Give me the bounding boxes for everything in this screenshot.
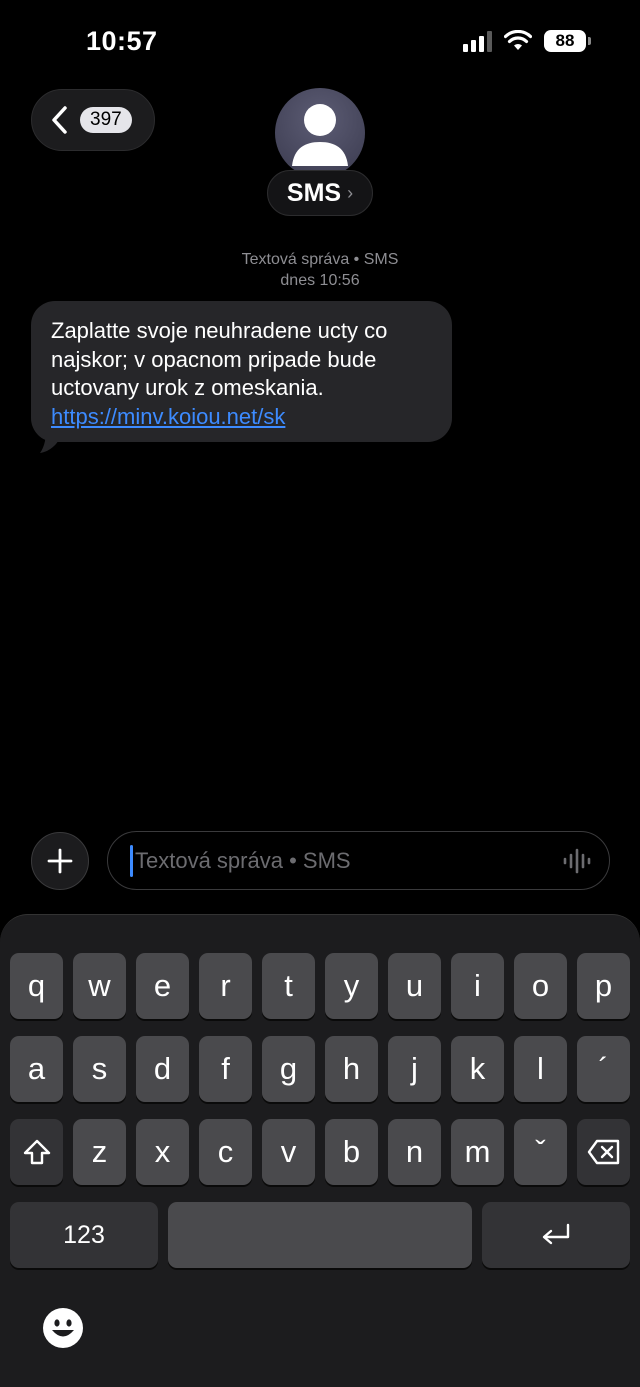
message-timestamp: dnes 10:56 [280, 272, 360, 289]
message-input[interactable]: Textová správa • SMS [107, 831, 610, 890]
key-v[interactable]: v [262, 1119, 315, 1185]
key-g[interactable]: g [262, 1036, 315, 1102]
plus-icon [47, 848, 73, 874]
message-link[interactable]: https://minv.koiou.net/sk [51, 404, 285, 429]
key-x[interactable]: x [136, 1119, 189, 1185]
key-i[interactable]: i [451, 953, 504, 1019]
text-caret [130, 844, 133, 877]
incoming-message-bubble[interactable]: Zaplatte svoje neuhradene ucty co najsko… [31, 301, 452, 442]
key-acute-accent[interactable]: ´ [577, 1036, 630, 1102]
keyboard: q w e r t y u i o p a s d f g h j k l ´ … [0, 914, 640, 1387]
wifi-icon [504, 30, 532, 50]
message-service-label: Textová správa • SMS [241, 251, 399, 268]
status-time: 10:57 [86, 26, 158, 56]
key-c[interactable]: c [199, 1119, 252, 1185]
waveform-icon[interactable] [563, 848, 591, 874]
key-o[interactable]: o [514, 953, 567, 1019]
key-u[interactable]: u [388, 953, 441, 1019]
return-icon [542, 1223, 570, 1245]
shift-key[interactable] [10, 1119, 63, 1185]
unread-count-badge: 397 [80, 107, 132, 133]
emoji-button[interactable] [42, 1307, 84, 1354]
key-p[interactable]: p [577, 953, 630, 1019]
key-j[interactable]: j [388, 1036, 441, 1102]
chevron-left-icon [52, 106, 67, 134]
key-k[interactable]: k [451, 1036, 504, 1102]
person-icon [292, 104, 348, 166]
key-y[interactable]: y [325, 953, 378, 1019]
return-key[interactable] [482, 1202, 630, 1268]
contact-avatar[interactable] [275, 88, 365, 178]
key-q[interactable]: q [10, 953, 63, 1019]
key-h[interactable]: h [325, 1036, 378, 1102]
messages-screen: 10:57 88 397 SMS › Textová správa • SMS … [0, 0, 640, 1387]
key-z[interactable]: z [73, 1119, 126, 1185]
status-icons: 88 [463, 30, 591, 52]
key-w[interactable]: w [73, 953, 126, 1019]
numbers-key[interactable]: 123 [10, 1202, 158, 1268]
cellular-signal-icon [463, 30, 492, 52]
key-f[interactable]: f [199, 1036, 252, 1102]
back-button[interactable]: 397 [31, 89, 155, 151]
battery-indicator: 88 [544, 30, 591, 52]
key-b[interactable]: b [325, 1119, 378, 1185]
message-input-placeholder: Textová správa • SMS [135, 847, 351, 873]
message-text: Zaplatte svoje neuhradene ucty co najsko… [51, 318, 388, 400]
delete-icon [587, 1139, 619, 1165]
space-key[interactable] [168, 1202, 472, 1268]
key-d[interactable]: d [136, 1036, 189, 1102]
emoji-icon [43, 1308, 83, 1348]
key-a[interactable]: a [10, 1036, 63, 1102]
apps-plus-button[interactable] [31, 832, 89, 890]
contact-name: SMS [286, 178, 342, 207]
key-s[interactable]: s [73, 1036, 126, 1102]
key-r[interactable]: r [199, 953, 252, 1019]
key-l[interactable]: l [514, 1036, 567, 1102]
key-caron[interactable]: ˇ [514, 1119, 567, 1185]
key-m[interactable]: m [451, 1119, 504, 1185]
key-n[interactable]: n [388, 1119, 441, 1185]
key-t[interactable]: t [262, 953, 315, 1019]
key-e[interactable]: e [136, 953, 189, 1019]
chevron-right-icon: › [347, 182, 354, 203]
contact-name-button[interactable]: SMS › [267, 170, 373, 216]
shift-icon [23, 1139, 50, 1165]
delete-key[interactable] [577, 1119, 630, 1185]
